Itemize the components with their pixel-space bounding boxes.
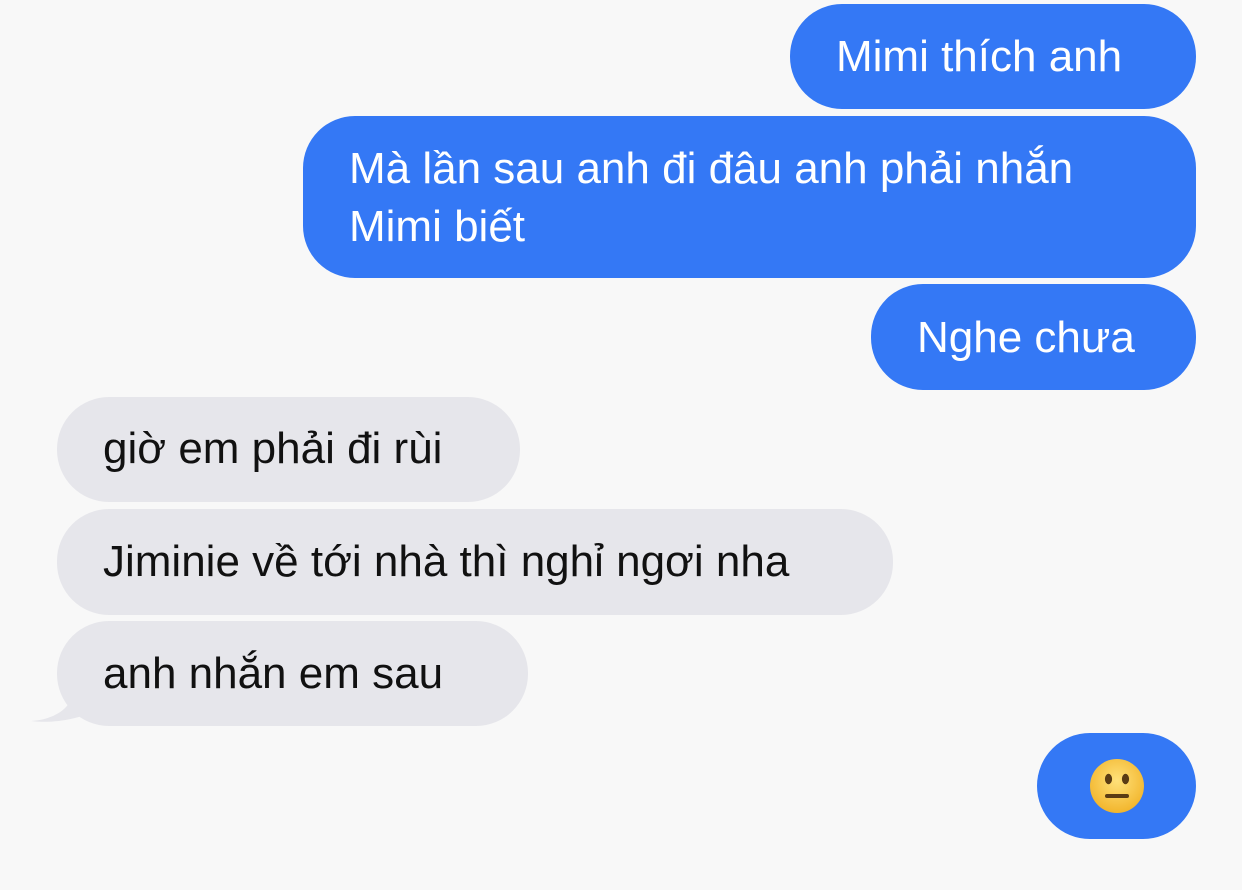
message-text: giờ em phải đi rùi: [103, 424, 443, 473]
sent-message-bubble[interactable]: Mà lần sau anh đi đâu anh phải nhắn Mimi…: [303, 116, 1196, 278]
message-text-line: Mimi biết: [349, 202, 526, 251]
received-message-bubble[interactable]: giờ em phải đi rùi: [57, 397, 520, 502]
message-text-line: Mà lần sau anh đi đâu anh phải nhắn: [349, 144, 1074, 193]
sent-emoji-bubble[interactable]: [1037, 733, 1196, 839]
message-text: Mimi thích anh: [836, 32, 1123, 81]
received-message-bubble[interactable]: anh nhắn em sau: [57, 621, 528, 726]
received-message-bubble[interactable]: Jiminie về tới nhà thì nghỉ ngơi nha: [57, 509, 893, 615]
sent-message-bubble[interactable]: Mimi thích anh: [790, 4, 1196, 109]
message-text: anh nhắn em sau: [103, 649, 444, 698]
message-text: Nghe chưa: [917, 313, 1135, 362]
message-text: Jiminie về tới nhà thì nghỉ ngơi nha: [103, 537, 790, 586]
neutral-face-emoji-icon: [1089, 759, 1144, 813]
message-thread: Mimi thích anh Mà lần sau anh đi đâu anh…: [0, 0, 1242, 890]
sent-message-bubble[interactable]: Nghe chưa: [871, 284, 1196, 390]
